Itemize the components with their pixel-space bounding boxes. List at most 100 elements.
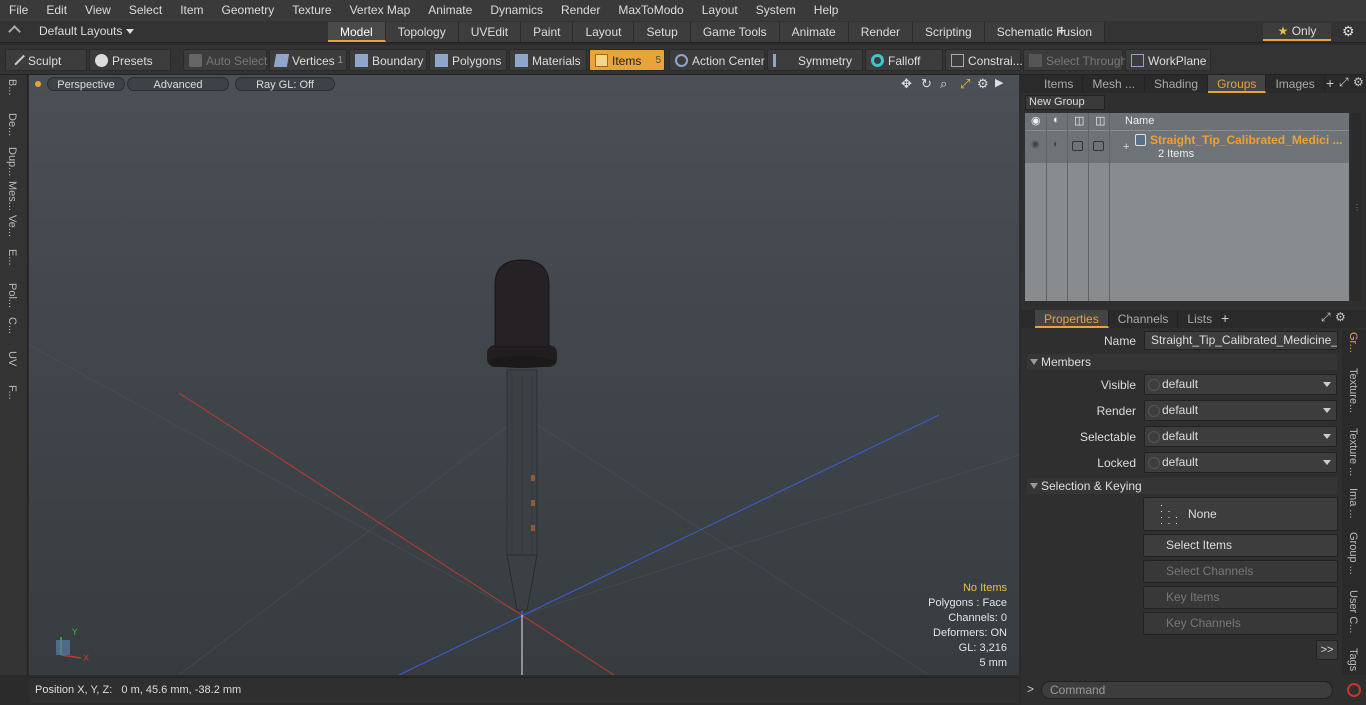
members-section-header[interactable]: Members [1027, 354, 1337, 370]
left-tab-6[interactable]: Pol... [6, 283, 18, 308]
row-checkbox-2[interactable] [1093, 141, 1104, 151]
visible-dropdown[interactable]: default [1144, 374, 1337, 395]
items-button[interactable]: Items 5 [589, 49, 665, 71]
groups-scrollbar[interactable]: ⋮ [1351, 113, 1361, 301]
tab-animate[interactable]: Animate [779, 22, 849, 42]
settings-gear-icon[interactable]: ⚙ [1342, 23, 1355, 40]
menu-item-maxtomodo[interactable]: MaxToModo [609, 0, 692, 21]
expand-plus-icon[interactable]: + [1123, 141, 1129, 153]
action-center-button[interactable]: Action Center [669, 49, 765, 71]
tab-model[interactable]: Model [328, 22, 386, 42]
props-tab-channels[interactable]: Channels [1109, 310, 1179, 328]
sculpt-button[interactable]: Sculpt [5, 49, 87, 71]
menu-item-animate[interactable]: Animate [419, 0, 481, 21]
selection-keying-header[interactable]: Selection & Keying [1027, 478, 1337, 494]
menu-item-edit[interactable]: Edit [37, 0, 76, 21]
top-panel-expand-icon[interactable]: ⤢ [1339, 75, 1349, 90]
side-tab-5[interactable]: User C... [1347, 590, 1359, 633]
auto-select-button[interactable]: Auto Select [183, 49, 267, 71]
tab-game-tools[interactable]: Game Tools [690, 22, 780, 42]
mesh-cube-icon[interactable]: ◫ [1074, 114, 1084, 127]
menu-item-render[interactable]: Render [552, 0, 609, 21]
tab-schematic-fusion[interactable]: Schematic Fusion [984, 22, 1106, 42]
left-tab-7[interactable]: C... [6, 317, 18, 334]
lock-cube-icon[interactable]: ◫ [1095, 114, 1105, 127]
workplane-button[interactable]: WorkPlane [1125, 49, 1211, 71]
tab-uvedit[interactable]: UVEdit [458, 22, 522, 42]
select-items-button[interactable]: Select Items [1143, 534, 1338, 557]
left-tab-3[interactable]: Mes... [6, 181, 18, 211]
add-tab-icon[interactable]: + [1057, 22, 1066, 42]
falloff-button[interactable]: Falloff [865, 49, 943, 71]
only-button[interactable]: ★ Only [1263, 23, 1331, 41]
menu-item-dynamics[interactable]: Dynamics [481, 0, 552, 21]
panel-tab-images[interactable]: Images [1266, 75, 1325, 93]
tab-paint[interactable]: Paint [521, 22, 574, 42]
select-channels-button[interactable]: Select Channels [1143, 560, 1338, 583]
left-tab-9[interactable]: F... [6, 385, 18, 400]
props-expand-icon[interactable]: ⤢ [1321, 310, 1331, 325]
tab-topology[interactable]: Topology [385, 22, 459, 42]
menu-item-texture[interactable]: Texture [283, 0, 340, 21]
left-tab-2[interactable]: Dup... [6, 147, 18, 176]
top-panel-add-tab-icon[interactable]: + [1326, 75, 1334, 91]
none-button[interactable]: · · · · · · · · · None [1143, 497, 1338, 531]
props-tab-lists[interactable]: Lists [1178, 310, 1223, 328]
materials-button[interactable]: Materials [509, 49, 587, 71]
select-through-button[interactable]: Select Through [1023, 49, 1127, 71]
layout-grip-icon[interactable] [8, 25, 21, 38]
row-render-icon[interactable]: ◐ [1053, 139, 1059, 150]
symmetry-button[interactable]: Symmetry [767, 49, 863, 71]
side-tab-1[interactable]: Texture... [1347, 368, 1359, 413]
row-checkbox-1[interactable] [1072, 141, 1083, 151]
tab-layout[interactable]: Layout [573, 22, 635, 42]
side-tab-2[interactable]: Texture ... [1347, 428, 1359, 476]
menu-item-layout[interactable]: Layout [693, 0, 747, 21]
menu-item-select[interactable]: Select [120, 0, 171, 21]
row-eye-icon[interactable]: ◉ [1031, 139, 1040, 150]
polygons-button[interactable]: Polygons [429, 49, 507, 71]
left-tab-1[interactable]: De... [6, 113, 18, 136]
menu-item-system[interactable]: System [747, 0, 805, 21]
record-icon[interactable] [1347, 683, 1361, 697]
side-tab-6[interactable]: Tags [1347, 648, 1359, 671]
tab-scripting[interactable]: Scripting [913, 22, 985, 42]
locked-dropdown[interactable]: default [1144, 452, 1337, 473]
props-settings-icon[interactable]: ⚙ [1335, 310, 1346, 324]
panel-tab-groups[interactable]: Groups [1208, 75, 1267, 93]
left-tab-5[interactable]: E... [6, 249, 18, 266]
key-items-button[interactable]: Key Items [1143, 586, 1338, 609]
tab-render[interactable]: Render [848, 22, 914, 42]
panel-tab-items[interactable]: Items [1035, 75, 1084, 93]
layout-selector[interactable]: Default Layouts [39, 24, 135, 38]
vertices-button[interactable]: Vertices 1 [269, 49, 347, 71]
menu-item-file[interactable]: File [0, 0, 37, 21]
menu-item-vertex-map[interactable]: Vertex Map [341, 0, 420, 21]
panel-tab-shading[interactable]: Shading [1145, 75, 1209, 93]
presets-button[interactable]: Presets [89, 49, 171, 71]
menu-item-view[interactable]: View [76, 0, 120, 21]
key-channels-button[interactable]: Key Channels [1143, 612, 1338, 635]
props-tab-properties[interactable]: Properties [1035, 310, 1109, 328]
top-panel-settings-icon[interactable]: ⚙ [1353, 75, 1364, 89]
side-tab-4[interactable]: Group ... [1347, 532, 1359, 575]
menu-item-geometry[interactable]: Geometry [213, 0, 284, 21]
tab-setup[interactable]: Setup [634, 22, 691, 42]
panel-tab-mesh-[interactable]: Mesh ... [1083, 75, 1146, 93]
name-field[interactable]: Straight_Tip_Calibrated_Medicine_Drc [1144, 331, 1338, 350]
side-tab-0[interactable]: Gr... [1347, 332, 1359, 353]
group-row[interactable]: ◉ ◐ + Straight_Tip_Calibrated_Medici ...… [1025, 131, 1349, 163]
left-tab-8[interactable]: UV [6, 351, 18, 366]
constraints-button[interactable]: Constrai... [945, 49, 1023, 71]
left-tab-4[interactable]: Ve... [6, 215, 18, 237]
visibility-eye-icon[interactable]: ◉ [1031, 114, 1041, 127]
3d-viewport[interactable]: Perspective Advanced Ray GL: Off ✥ ↻ ⌕ ⤢… [29, 75, 1019, 675]
side-tab-3[interactable]: Ima ... [1347, 488, 1359, 519]
props-add-tab-icon[interactable]: + [1221, 310, 1229, 326]
new-group-button[interactable]: New Group [1025, 95, 1105, 110]
more-button[interactable]: >> [1316, 640, 1338, 660]
boundary-button[interactable]: Boundary [349, 49, 427, 71]
name-column-header[interactable]: Name [1125, 115, 1154, 127]
render-icon[interactable]: ◐ [1053, 114, 1060, 126]
selectable-dropdown[interactable]: default [1144, 426, 1337, 447]
